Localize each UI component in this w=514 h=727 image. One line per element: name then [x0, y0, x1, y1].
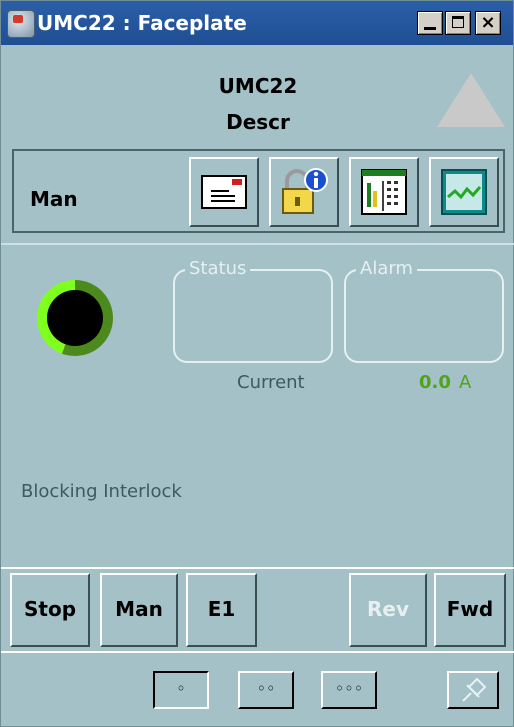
faceplate-window: UMC22 : Faceplate × UMC22 Descr Man Stat…	[0, 0, 514, 727]
stop-button[interactable]: Stop	[10, 573, 90, 647]
close-button[interactable]: ×	[475, 11, 501, 35]
lock-info-icon	[282, 168, 328, 214]
pin-button[interactable]	[447, 671, 499, 709]
trend-icon	[441, 169, 487, 215]
message-icon	[201, 175, 247, 209]
rev-button[interactable]: Rev	[349, 573, 427, 647]
title-bar[interactable]: UMC22 : Faceplate ×	[1, 1, 513, 45]
motor-indicator-icon	[37, 280, 113, 356]
view-2-button[interactable]: ◦◦	[238, 671, 294, 709]
fwd-button[interactable]: Fwd	[434, 573, 506, 647]
pin-icon	[462, 677, 487, 702]
mode-label: Man	[30, 187, 78, 211]
parameters-button[interactable]	[349, 157, 419, 227]
current-label: Current	[237, 372, 305, 393]
app-icon	[7, 10, 35, 38]
message-button[interactable]	[189, 157, 259, 227]
toolbar: Man	[12, 149, 505, 233]
triangle-up-icon	[437, 73, 505, 127]
maximize-button[interactable]	[445, 11, 471, 35]
current-value: 0.0	[419, 372, 451, 393]
e1-button[interactable]: E1	[186, 573, 257, 647]
parameters-icon	[361, 169, 407, 215]
blocking-interlock-label: Blocking Interlock	[21, 481, 182, 502]
lock-info-button[interactable]	[269, 157, 339, 227]
view-1-button[interactable]: ◦	[153, 671, 209, 709]
alarm-title: Alarm	[356, 257, 417, 281]
view-3-button[interactable]: ◦◦◦	[321, 671, 377, 709]
man-button[interactable]: Man	[100, 573, 178, 647]
status-group: Status	[173, 257, 333, 363]
status-title: Status	[185, 257, 251, 281]
alarm-group: Alarm	[344, 257, 504, 363]
current-unit: A	[459, 372, 472, 393]
minimize-button[interactable]	[417, 11, 443, 35]
trend-button[interactable]	[429, 157, 499, 227]
window-title: UMC22 : Faceplate	[37, 11, 247, 35]
